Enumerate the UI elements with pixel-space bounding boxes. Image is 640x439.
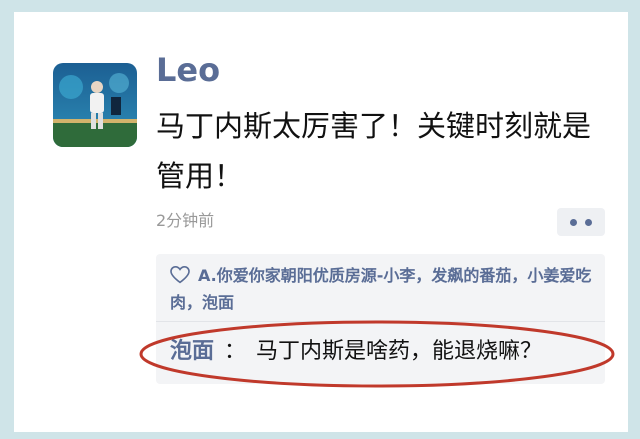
username[interactable]: Leo (156, 50, 220, 90)
more-dots-icon (585, 218, 592, 226)
more-dots-icon (570, 218, 577, 226)
timestamp: 2分钟前 (156, 211, 215, 230)
post-text: 马丁内斯太厉害了！关键时刻就是管用！ (156, 109, 592, 193)
likes-row: A.你爱你家朝阳优质房源-小李，发飙的番茄，小姜爱吃肉，泡面 (170, 262, 595, 316)
more-button[interactable] (557, 208, 605, 236)
highlight-ellipse (139, 320, 615, 388)
heart-icon[interactable] (170, 266, 190, 284)
likes-names[interactable]: A.你爱你家朝阳优质房源-小李，发飙的番茄，小姜爱吃肉，泡面 (170, 266, 591, 312)
avatar[interactable] (53, 63, 137, 147)
